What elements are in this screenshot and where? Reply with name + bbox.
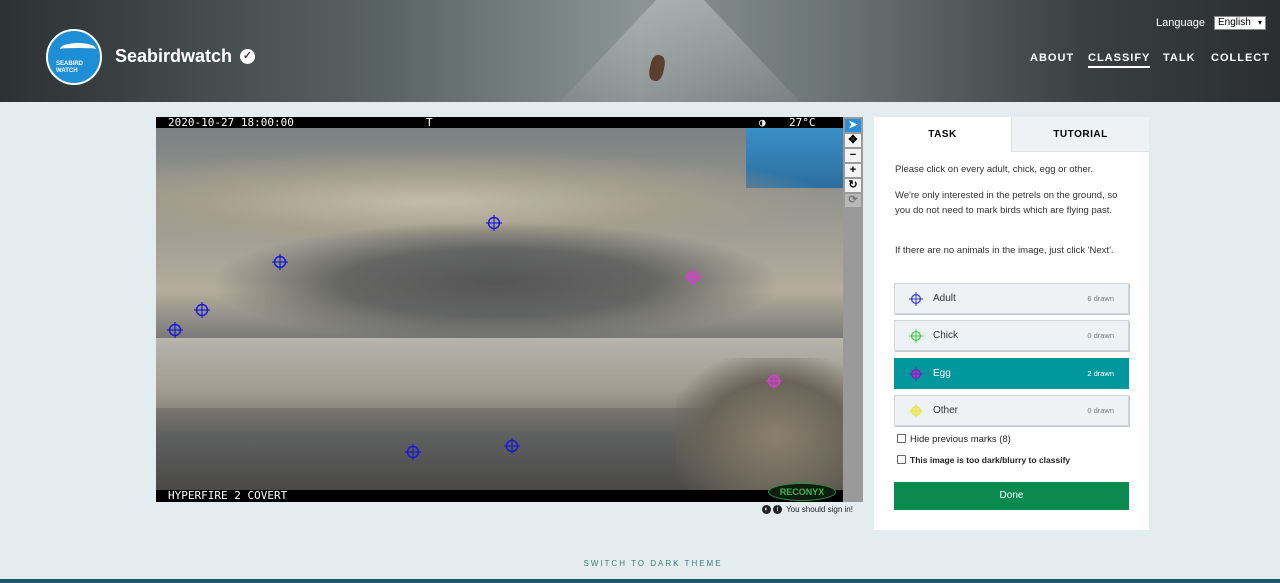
project-title[interactable]: Seabirdwatch [115, 46, 232, 67]
choice-adult[interactable]: Adult 6 drawn [894, 283, 1129, 314]
subject-image[interactable] [156, 128, 843, 490]
subject-viewer[interactable]: 2020-10-27 18:00:00 T ◑ 27°C HYPERFIRE 2… [156, 117, 863, 502]
crosshair-icon [909, 329, 923, 343]
logo-text-line-1: SEABIRD [56, 61, 84, 67]
choice-label: Egg [933, 368, 951, 379]
choice-count: 6 drawn [1087, 294, 1114, 303]
verified-icon: ✓ [240, 49, 255, 64]
task-instruction: We're only interested in the petrels on … [895, 190, 1118, 216]
nav-about[interactable]: ABOUT [1030, 52, 1074, 64]
done-button[interactable]: Done [894, 482, 1129, 510]
choice-label: Other [933, 405, 959, 416]
crosshair-icon [909, 292, 923, 306]
adult-mark[interactable] [194, 302, 210, 318]
adult-mark[interactable] [167, 322, 183, 338]
language-label: Language [1156, 17, 1205, 29]
choice-chick[interactable]: Chick 0 drawn [894, 320, 1129, 351]
signin-notice: ◐ i You should sign in! [762, 505, 853, 515]
tab-task[interactable]: TASK [874, 117, 1011, 152]
task-instruction: If there are no animals in the image, ju… [895, 245, 1114, 256]
contrast-icon[interactable]: ◐ [762, 505, 771, 515]
hide-marks-checkbox[interactable] [897, 434, 906, 443]
adult-mark[interactable] [272, 254, 288, 270]
too-dark-checkbox[interactable] [897, 455, 906, 464]
language-select[interactable]: English ▾ [1214, 16, 1266, 30]
hide-marks-label: Hide previous marks (8) [910, 434, 1011, 445]
choice-other[interactable]: Other 0 drawn [894, 395, 1129, 426]
logo-text: SEABIRD WATCH [56, 61, 83, 75]
moon-phase-icon: ◑ [759, 116, 766, 129]
footer-bar [0, 579, 1280, 583]
task-panel: TASK TUTORIAL Please click on every adul… [874, 117, 1149, 530]
tab-tutorial[interactable]: TUTORIAL [1011, 117, 1149, 152]
choice-label: Chick [933, 330, 959, 341]
logo-text-line-2: WATCH [56, 68, 78, 74]
adult-mark[interactable] [504, 438, 520, 454]
too-dark-toggle[interactable]: This image is too dark/blurry to classif… [897, 455, 1070, 465]
info-icon[interactable]: i [773, 505, 782, 515]
camera-model: HYPERFIRE 2 COVERT [168, 489, 288, 502]
move-icon[interactable]: ✥ [845, 134, 861, 147]
egg-mark[interactable] [685, 269, 701, 285]
choice-count: 2 drawn [1087, 369, 1114, 378]
camera-info-bar: 2020-10-27 18:00:00 T ◑ 27°C [156, 117, 843, 128]
choice-count: 0 drawn [1087, 331, 1114, 340]
nav-collect[interactable]: COLLECT [1211, 52, 1270, 64]
adult-mark[interactable] [486, 215, 502, 231]
egg-mark[interactable] [766, 373, 782, 389]
pointer-icon[interactable]: ➤ [845, 119, 861, 132]
crosshair-icon [909, 404, 923, 418]
crosshair-icon [909, 367, 923, 381]
adult-mark[interactable] [405, 444, 421, 460]
zoom-out-icon[interactable]: − [845, 149, 861, 162]
too-dark-label: This image is too dark/blurry to classif… [910, 455, 1071, 465]
choice-count: 0 drawn [1087, 406, 1114, 415]
switch-theme-link[interactable]: SWITCH TO DARK THEME [0, 559, 1280, 568]
camera-temperature: 27°C [789, 116, 816, 129]
site-logo[interactable]: SEABIRD WATCH [46, 29, 102, 85]
task-instruction: Please click on every adult, chick, egg … [895, 164, 1094, 175]
rotate-icon[interactable]: ↻ [845, 179, 861, 192]
reset-icon[interactable]: ⟳ [845, 194, 861, 207]
camera-datetime: 2020-10-27 18:00:00 [168, 116, 294, 129]
chevron-down-icon: ▾ [1257, 18, 1262, 27]
nav-classify[interactable]: CLASSIFY [1088, 52, 1151, 68]
logo-bird-icon [60, 43, 96, 55]
hide-marks-toggle[interactable]: Hide previous marks (8) [897, 434, 1011, 445]
choice-label: Adult [933, 293, 956, 304]
nav-talk[interactable]: TALK [1163, 52, 1196, 64]
zoom-in-icon[interactable]: + [845, 164, 861, 177]
camera-flag: T [426, 116, 433, 129]
camera-footer-bar: HYPERFIRE 2 COVERT [156, 490, 843, 502]
reconyx-logo: RECONYX [768, 483, 836, 501]
grass-patch [676, 358, 843, 490]
viewer-toolbar: ➤ ✥ − + ↻ ⟳ [843, 117, 863, 502]
choice-egg[interactable]: Egg 2 drawn [894, 358, 1129, 389]
banner-light [560, 0, 800, 102]
language-select-value: English [1218, 17, 1251, 28]
signin-text: You should sign in! [786, 505, 853, 514]
